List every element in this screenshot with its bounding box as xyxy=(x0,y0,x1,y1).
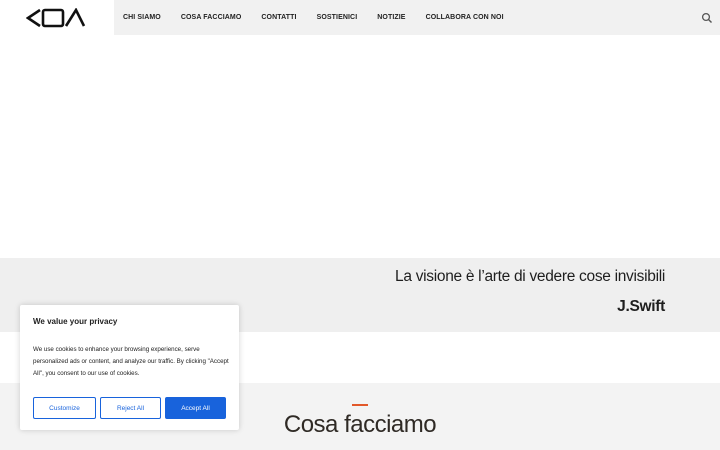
customize-button[interactable]: Customize xyxy=(33,397,96,419)
nav-item-contatti[interactable]: CONTATTI xyxy=(261,14,296,21)
main-nav: CHI SIAMO COSA FACCIAMO CONTATTI SOSTIEN… xyxy=(114,0,515,35)
nav-item-notizie[interactable]: NOTIZIE xyxy=(377,14,405,21)
section-accent-line xyxy=(352,404,368,406)
cookie-banner: We value your privacy We use cookies to … xyxy=(20,305,239,430)
reject-all-button[interactable]: Reject All xyxy=(100,397,161,419)
quote-text: La visione è l’arte di vedere cose invis… xyxy=(395,268,665,285)
logo[interactable] xyxy=(0,0,114,35)
cookie-title: We value your privacy xyxy=(33,317,118,326)
nav-item-collabora-con-noi[interactable]: COLLABORA CON NOI xyxy=(426,14,504,21)
cookie-text: We use cookies to enhance your browsing … xyxy=(33,346,229,377)
nav-item-sostienici[interactable]: SOSTIENICI xyxy=(317,14,358,21)
accept-all-button[interactable]: Accept All xyxy=(165,397,226,419)
nav-item-cosa-facciamo[interactable]: COSA FACCIAMO xyxy=(181,14,242,21)
search-icon[interactable] xyxy=(701,12,713,24)
quote-author: J.Swift xyxy=(617,298,665,315)
logo-icon xyxy=(26,8,86,28)
site-header: CHI SIAMO COSA FACCIAMO CONTATTI SOSTIEN… xyxy=(0,0,720,35)
nav-item-chi-siamo[interactable]: CHI SIAMO xyxy=(123,14,161,21)
